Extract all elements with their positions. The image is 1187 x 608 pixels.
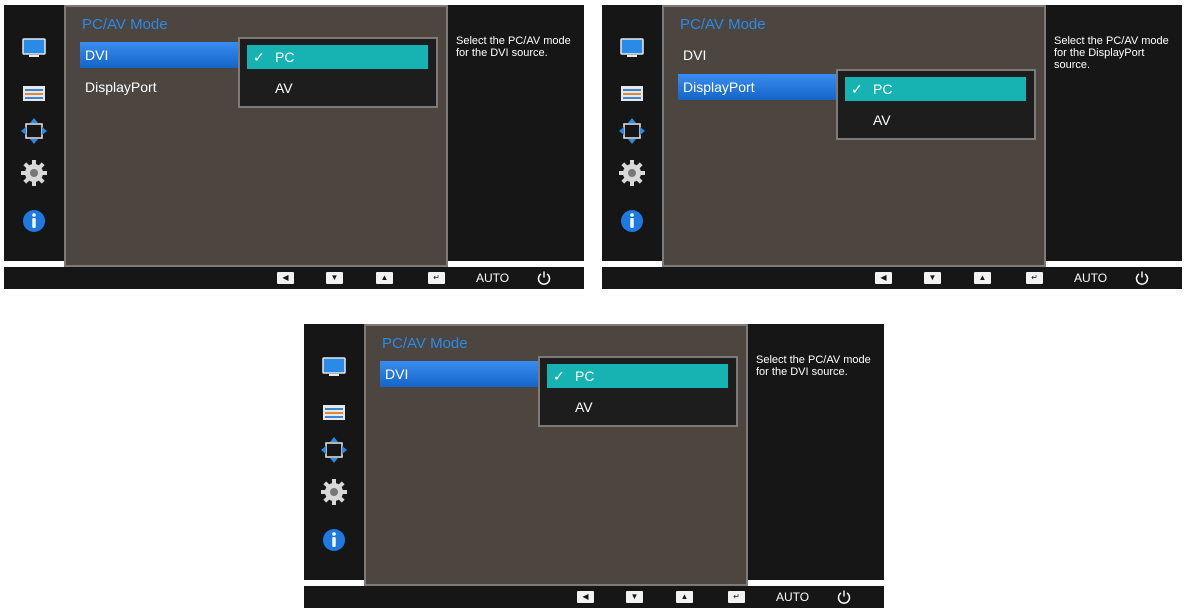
- option-av[interactable]: AV: [547, 395, 728, 419]
- color-adjust-icon[interactable]: [20, 79, 48, 107]
- up-button-icon[interactable]: ▲: [974, 272, 991, 284]
- option-pc[interactable]: ✓ PC: [547, 364, 728, 388]
- enter-button-icon[interactable]: ↵: [728, 591, 745, 603]
- menu-title: PC/AV Mode: [382, 335, 468, 352]
- check-icon: ✓: [253, 49, 265, 65]
- option-av-label: AV: [575, 399, 593, 415]
- position-arrows-icon[interactable]: [20, 117, 48, 145]
- color-adjust-icon[interactable]: [320, 398, 348, 426]
- option-pc-label: PC: [873, 81, 893, 97]
- osd-icon-sidebar: [4, 5, 64, 261]
- gear-icon[interactable]: [618, 159, 646, 187]
- menu-item-dvi[interactable]: DVI: [678, 42, 706, 68]
- info-icon[interactable]: [618, 207, 646, 235]
- enter-button-icon[interactable]: ↵: [1026, 272, 1043, 284]
- option-pc-label: PC: [275, 49, 295, 65]
- option-av[interactable]: AV: [845, 108, 1026, 132]
- menu-title: PC/AV Mode: [680, 16, 766, 33]
- option-pc[interactable]: ✓ PC: [845, 77, 1026, 101]
- option-pc[interactable]: ✓ PC: [247, 45, 428, 69]
- help-text: Select the PC/AV mode for the DVI source…: [456, 35, 571, 59]
- osd-screen-dvi-only: PC/AV Mode DVI ✓ PC AV Select the PC/AV …: [304, 324, 884, 608]
- osd-screen-displayport: PC/AV Mode DVI DisplayPort ✓ PC AV Selec…: [602, 5, 1182, 289]
- down-button-icon[interactable]: ▼: [924, 272, 941, 284]
- monitor-icon[interactable]: [20, 35, 48, 63]
- osd-button-bar: ◀ ▼ ▲ ↵ AUTO: [602, 267, 1182, 289]
- power-icon[interactable]: [836, 589, 852, 605]
- gear-icon[interactable]: [320, 478, 348, 506]
- enter-button-icon[interactable]: ↵: [428, 272, 445, 284]
- menu-item-displayport[interactable]: DisplayPort: [80, 74, 157, 100]
- option-av-label: AV: [275, 80, 293, 96]
- osd-button-bar: ◀ ▼ ▲ ↵ AUTO: [4, 267, 584, 289]
- pc-av-submenu: ✓ PC AV: [538, 356, 738, 427]
- menu-title: PC/AV Mode: [82, 16, 168, 33]
- osd-menu-panel: PC/AV Mode DVI DisplayPort ✓ PC AV: [64, 5, 448, 267]
- osd-menu-panel: PC/AV Mode DVI ✓ PC AV: [364, 324, 748, 586]
- position-arrows-icon[interactable]: [320, 436, 348, 464]
- down-button-icon[interactable]: ▼: [626, 591, 643, 603]
- auto-button[interactable]: AUTO: [776, 589, 809, 605]
- left-button-icon[interactable]: ◀: [577, 591, 594, 603]
- help-text: Select the PC/AV mode for the DisplayPor…: [1054, 35, 1169, 71]
- left-button-icon[interactable]: ◀: [875, 272, 892, 284]
- osd-menu-panel: PC/AV Mode DVI DisplayPort ✓ PC AV: [662, 5, 1046, 267]
- pc-av-submenu: ✓ PC AV: [836, 69, 1036, 140]
- check-icon: ✓: [851, 81, 863, 97]
- help-text: Select the PC/AV mode for the DVI source…: [756, 354, 871, 378]
- info-icon[interactable]: [320, 526, 348, 554]
- position-arrows-icon[interactable]: [618, 117, 646, 145]
- osd-icon-sidebar: [602, 5, 662, 261]
- gear-icon[interactable]: [20, 159, 48, 187]
- monitor-icon[interactable]: [320, 354, 348, 382]
- menu-item-dvi[interactable]: DVI: [380, 361, 542, 387]
- power-icon[interactable]: [536, 270, 552, 286]
- pc-av-submenu: ✓ PC AV: [238, 37, 438, 108]
- check-icon: ✓: [553, 368, 565, 384]
- option-av[interactable]: AV: [247, 76, 428, 100]
- menu-item-dvi[interactable]: DVI: [80, 42, 242, 68]
- menu-item-displayport[interactable]: DisplayPort: [678, 74, 840, 100]
- auto-button[interactable]: AUTO: [1074, 270, 1107, 286]
- color-adjust-icon[interactable]: [618, 79, 646, 107]
- osd-button-bar: ◀ ▼ ▲ ↵ AUTO: [304, 586, 884, 608]
- option-av-label: AV: [873, 112, 891, 128]
- up-button-icon[interactable]: ▲: [676, 591, 693, 603]
- up-button-icon[interactable]: ▲: [376, 272, 393, 284]
- power-icon[interactable]: [1134, 270, 1150, 286]
- osd-screen-dvi: PC/AV Mode DVI DisplayPort ✓ PC AV Selec…: [4, 5, 584, 289]
- down-button-icon[interactable]: ▼: [326, 272, 343, 284]
- left-button-icon[interactable]: ◀: [277, 272, 294, 284]
- info-icon[interactable]: [20, 207, 48, 235]
- auto-button[interactable]: AUTO: [476, 270, 509, 286]
- monitor-icon[interactable]: [618, 35, 646, 63]
- option-pc-label: PC: [575, 368, 595, 384]
- osd-icon-sidebar: [304, 324, 364, 580]
